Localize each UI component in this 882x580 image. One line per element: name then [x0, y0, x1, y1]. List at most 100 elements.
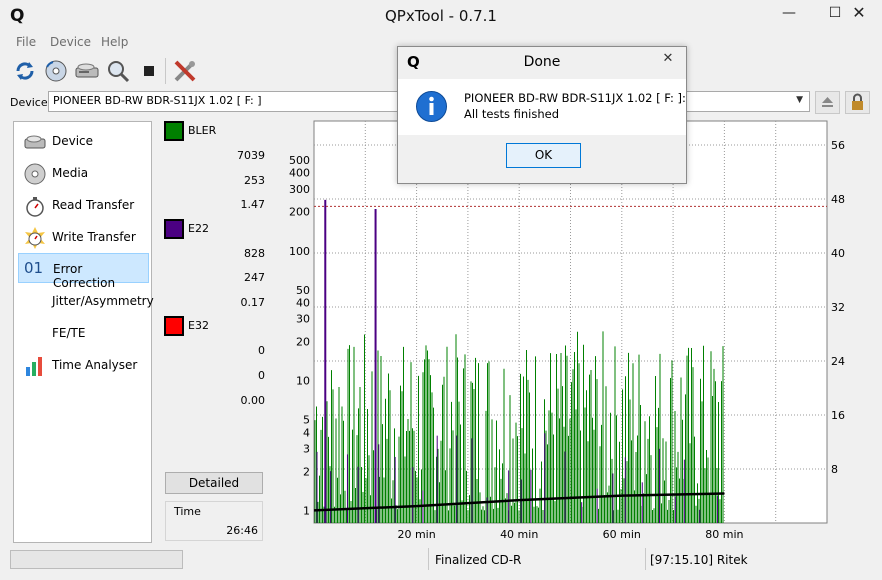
nav-item-write-transfer[interactable]: Write Transfer [18, 222, 149, 252]
detailed-button[interactable]: Detailed [165, 472, 263, 494]
nav-item-device[interactable]: Device [18, 126, 149, 156]
window-title: QPxTool - 0.7.1 [385, 7, 497, 25]
status-manufacturer: [97:15.10] Ritek [650, 553, 748, 567]
nav-item-label: FE/TE [52, 326, 86, 340]
x-tick-label: 40 min [500, 528, 538, 541]
bler-total: 7039 [237, 149, 265, 162]
e22-total: 828 [244, 247, 265, 260]
device-select-value: PIONEER BD-RW BDR-S11JX 1.02 [ F: ] [53, 94, 262, 107]
x-tick-label: 60 min [603, 528, 641, 541]
menu-help[interactable]: Help [101, 35, 128, 49]
e22-avg: 0.17 [240, 296, 266, 309]
y-right-tick-label: 56 [831, 139, 845, 152]
eject-button[interactable] [815, 91, 840, 114]
stats-panel: BLER 7039 253 1.47 E22 828 247 0.17 E32 … [160, 121, 269, 543]
y-left-tick-label: 3 [303, 442, 310, 455]
y-left-tick-label: 2 [303, 465, 310, 478]
y-right-tick-label: 40 [831, 247, 845, 260]
drive-icon [24, 135, 46, 149]
info-icon [416, 91, 447, 122]
bler-max: 253 [244, 174, 265, 187]
bler-avg: 1.47 [240, 198, 266, 211]
y-left-tick-label: 4 [303, 426, 310, 439]
y-left-tick-label: 100 [289, 245, 310, 258]
y-left-tick-label: 500 [289, 154, 310, 167]
ok-button[interactable]: OK [506, 143, 581, 168]
status-media-type: Finalized CD-R [435, 553, 522, 567]
nav-item-media[interactable]: Media [18, 158, 149, 188]
e32-label: E32 [188, 319, 209, 332]
time-value: 26:46 [226, 524, 258, 537]
nav-item-error-correction[interactable]: 01 Error Correction [18, 253, 149, 290]
lock-icon [852, 93, 863, 110]
x-tick-label: 20 min [397, 528, 435, 541]
y-right-tick-label: 48 [831, 193, 845, 206]
nav-item-fe-te[interactable]: FE/TE [18, 318, 149, 348]
chevron-down-icon: ▼ [796, 95, 803, 105]
nav-item-label: Device [52, 134, 94, 148]
toolbar-separator [165, 58, 166, 84]
media-scan-icon[interactable] [43, 58, 69, 84]
menu-device[interactable]: Device [50, 35, 91, 49]
nav-item-label: Jitter/Asymmetry [52, 294, 154, 308]
e22-color-swatch[interactable] [164, 219, 184, 239]
x-tick-label: 80 min [705, 528, 743, 541]
nav-panel: Device Media Read Transfer Write Transfe… [13, 121, 154, 543]
device-label: Device: [10, 96, 52, 109]
bler-color-swatch[interactable] [164, 121, 184, 141]
lock-button[interactable] [845, 91, 870, 114]
y-left-tick-label: 20 [296, 336, 310, 349]
y-left-tick-label: 40 [296, 296, 310, 309]
dialog-title: Done [523, 54, 561, 70]
y-right-tick-label: 24 [831, 355, 845, 368]
disc-icon [24, 163, 46, 185]
e32-max: 0 [258, 369, 265, 382]
nav-item-label: Time Analyser [52, 358, 138, 372]
e22-label: E22 [188, 222, 209, 235]
nav-item-label: Read Transfer [52, 198, 135, 212]
menu-file[interactable]: File [16, 35, 36, 49]
progress-bar [10, 550, 183, 569]
y-left-tick-label: 400 [289, 167, 310, 180]
stopwatch-icon [26, 197, 44, 217]
time-label: Time [174, 505, 201, 518]
refresh-icon[interactable] [12, 58, 38, 84]
binary-01-icon: 01 [24, 259, 44, 277]
status-divider [645, 548, 646, 570]
search-disc-icon[interactable] [105, 58, 131, 84]
y-right-tick-label: 32 [831, 301, 845, 314]
y-left-tick-label: 30 [296, 313, 310, 326]
y-left-tick-label: 300 [289, 183, 310, 196]
bar-chart-icon [26, 357, 42, 376]
dialog-close-icon[interactable]: ✕ [651, 48, 685, 70]
nav-item-read-transfer[interactable]: Read Transfer [18, 190, 149, 220]
bler-label: BLER [188, 124, 217, 137]
device-info-icon[interactable] [74, 58, 100, 84]
dialog-body: PIONEER BD-RW BDR-S11JX 1.02 [ F: ]: All… [398, 79, 686, 135]
stop-icon[interactable] [136, 58, 162, 84]
nav-item-label: Media [52, 166, 89, 180]
y-left-tick-label: 50 [296, 284, 310, 297]
e32-total: 0 [258, 344, 265, 357]
e32-color-swatch[interactable] [164, 316, 184, 336]
y-left-tick-label: 1 [303, 504, 310, 517]
eject-icon [822, 97, 833, 107]
close-icon[interactable]: ✕ [836, 0, 882, 28]
nav-item-jitter-asymmetry[interactable]: Jitter/Asymmetry [18, 286, 154, 316]
minimize-icon[interactable]: — [766, 0, 812, 28]
y-left-tick-label: 10 [296, 375, 310, 388]
dialog-message-status: All tests finished [464, 107, 560, 121]
tools-icon[interactable] [172, 58, 198, 84]
y-right-tick-label: 16 [831, 409, 845, 422]
status-divider [428, 548, 429, 570]
dialog-message-device: PIONEER BD-RW BDR-S11JX 1.02 [ F: ]: [464, 91, 686, 105]
y-left-tick-label: 5 [303, 414, 310, 427]
nav-item-label: Write Transfer [52, 230, 136, 244]
done-dialog: Q Done ✕ PIONEER BD-RW BDR-S11JX 1.02 [ … [397, 46, 687, 184]
e22-max: 247 [244, 271, 265, 284]
time-box: Time 26:46 [165, 501, 263, 541]
title-bar: Q QPxTool - 0.7.1 — ☐ ✕ [0, 0, 882, 31]
nav-item-time-analyser[interactable]: Time Analyser [18, 350, 149, 380]
e32-avg: 0.00 [240, 394, 266, 407]
y-left-tick-label: 200 [289, 206, 310, 219]
